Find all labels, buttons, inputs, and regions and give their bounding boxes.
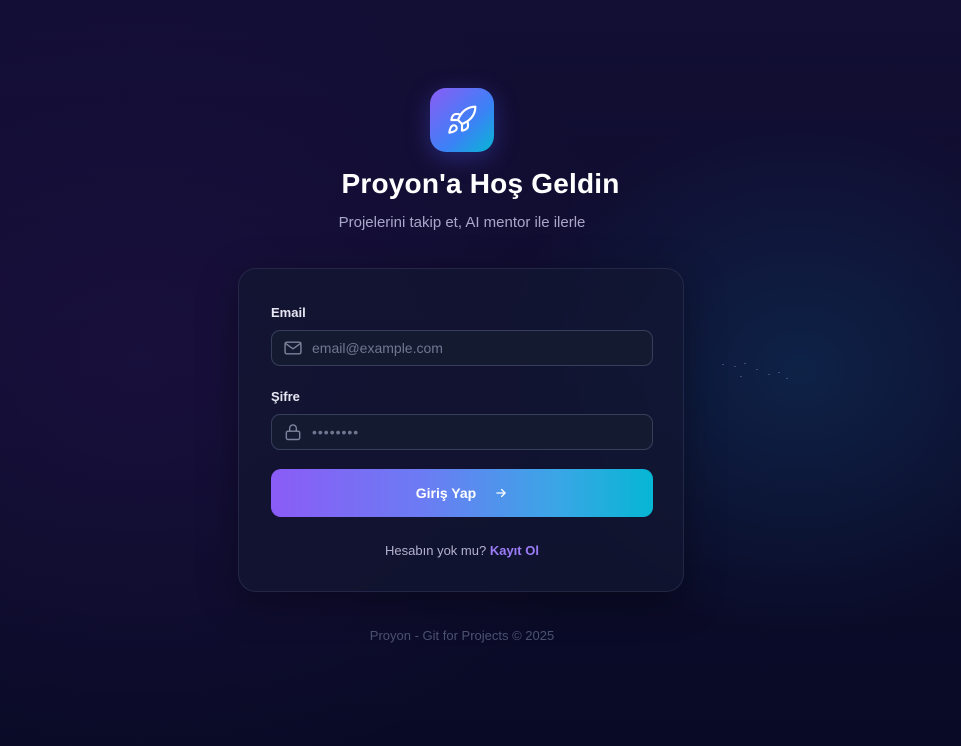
lock-icon — [283, 422, 303, 442]
background-decoration — [720, 360, 800, 384]
app-logo — [430, 88, 494, 152]
footer-text: Proyon - Git for Projects © 2025 — [369, 628, 555, 643]
signup-prompt-row: Hesabın yok mu? Kayıt Ol — [239, 543, 685, 558]
signup-link[interactable]: Kayıt Ol — [490, 543, 539, 558]
page-title: Proyon'a Hoş Geldin — [341, 168, 620, 199]
signup-prompt-text: Hesabın yok mu? — [385, 543, 487, 558]
password-input[interactable] — [303, 415, 652, 449]
password-label: Şifre — [271, 389, 300, 404]
login-button-label: Giriş Yap — [415, 485, 477, 501]
page-subtitle: Projelerini takip et, AI mentor ile iler… — [338, 214, 586, 231]
rocket-icon — [446, 104, 478, 136]
login-button[interactable]: Giriş Yap — [271, 469, 653, 517]
email-input[interactable] — [303, 331, 652, 365]
password-field-wrapper[interactable] — [271, 414, 653, 450]
arrow-right-icon — [494, 486, 508, 500]
mail-icon — [283, 338, 303, 358]
login-card: Email Şifre Giriş Yap Hesabın — [238, 268, 684, 592]
email-field-wrapper[interactable] — [271, 330, 653, 366]
email-label: Email — [271, 305, 306, 320]
